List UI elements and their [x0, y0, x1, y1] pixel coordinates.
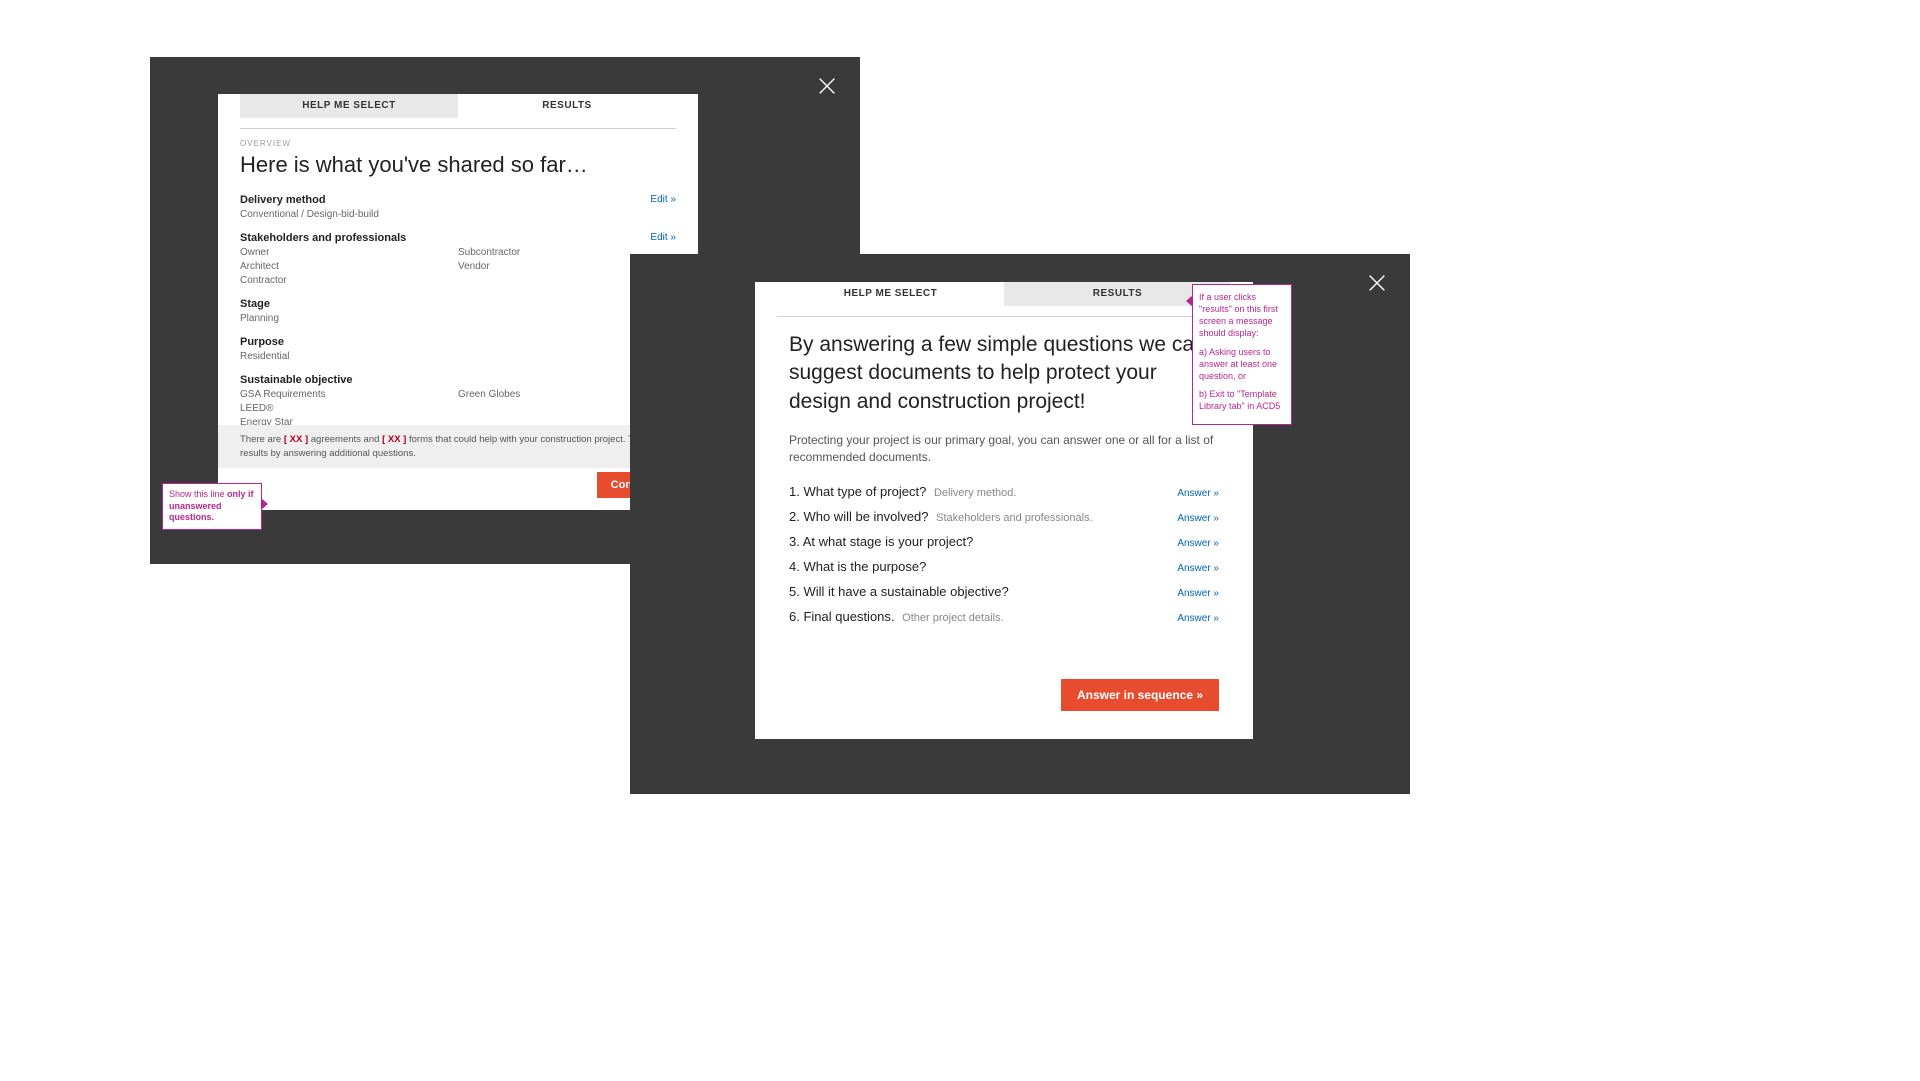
annotation-text: Show this line — [169, 489, 227, 499]
summary-text: forms — [406, 434, 432, 445]
question-row: 5. Will it have a sustainable objective?… — [789, 584, 1219, 599]
headline-2: By answering a few simple questions we c… — [789, 331, 1219, 416]
answer-sequence-button[interactable]: Answer in sequence » — [1061, 679, 1219, 711]
stakeholder-value: Architect — [240, 260, 458, 274]
overlay-modal-2: HELP ME SELECT RESULTS By answering a fe… — [630, 254, 1410, 794]
annotation-callout-right: If a user clicks "results" on this first… — [1192, 284, 1292, 425]
stakeholder-value: Contractor — [240, 274, 458, 288]
question-number: 5. — [789, 584, 800, 599]
question-hint: Other project details. — [902, 612, 1004, 624]
question-number: 3. — [789, 534, 800, 549]
question-text: Who will be involved? — [803, 509, 928, 524]
summary-text: There are — [240, 434, 284, 445]
summary-text: agreements — [308, 434, 361, 445]
section-title: Delivery method — [240, 194, 676, 206]
question-row: 3. At what stage is your project? Answer… — [789, 534, 1219, 549]
tabs-2: HELP ME SELECT RESULTS — [777, 282, 1231, 306]
question-text: Final questions. — [803, 609, 894, 624]
question-row: 4. What is the purpose? Answer » — [789, 559, 1219, 574]
answer-link[interactable]: Answer » — [1177, 538, 1219, 549]
section-sustainable: Sustainable objective GSA Requirements L… — [240, 374, 676, 430]
headline-1: Here is what you've shared so far… — [240, 152, 676, 178]
section-title: Stage — [240, 298, 676, 310]
results-summary-bar: There are [ XX ] agreements and [ XX ] f… — [218, 425, 698, 468]
sustainable-value: LEED® — [240, 402, 458, 416]
section-title: Purpose — [240, 336, 676, 348]
annotation-text: b) Exit to "Template Library tab" in ACD… — [1199, 388, 1285, 412]
annotation-text: a) Asking users to answer at least one q… — [1199, 346, 1285, 382]
tab-results[interactable]: RESULTS — [458, 94, 676, 118]
answer-link[interactable]: Answer » — [1177, 613, 1219, 624]
tab-help-me-select[interactable]: HELP ME SELECT — [240, 94, 458, 118]
question-text: What type of project? — [803, 484, 926, 499]
edit-link[interactable]: Edit » — [650, 232, 676, 243]
question-text: What is the purpose? — [803, 559, 926, 574]
dialog-panel-2: HELP ME SELECT RESULTS By answering a fe… — [755, 282, 1253, 739]
answer-link[interactable]: Answer » — [1177, 563, 1219, 574]
question-row: 2. Who will be involved? Stakeholders an… — [789, 509, 1219, 524]
question-number: 6. — [789, 609, 800, 624]
question-row: 1. What type of project? Delivery method… — [789, 484, 1219, 499]
answer-link[interactable]: Answer » — [1177, 488, 1219, 499]
close-icon[interactable] — [1366, 272, 1388, 294]
tab-help-me-select[interactable]: HELP ME SELECT — [777, 282, 1004, 306]
answer-link[interactable]: Answer » — [1177, 513, 1219, 524]
answer-link[interactable]: Answer » — [1177, 588, 1219, 599]
question-hint: Stakeholders and professionals. — [936, 512, 1093, 524]
section-value: Conventional / Design-bid-build — [240, 208, 676, 222]
section-delivery: Delivery method Conventional / Design-bi… — [240, 194, 676, 222]
section-title: Stakeholders and professionals — [240, 232, 676, 244]
tabs-1: HELP ME SELECT RESULTS — [240, 94, 676, 118]
count-agreements: [ XX ] — [284, 434, 308, 445]
annotation-callout-left: Show this line only if unanswered questi… — [162, 483, 262, 530]
summary-text: and — [361, 434, 382, 445]
question-number: 1. — [789, 484, 800, 499]
annotation-text: If a user clicks "results" on this first… — [1199, 291, 1285, 340]
close-icon[interactable] — [816, 75, 838, 97]
question-text: Will it have a sustainable objective? — [803, 584, 1008, 599]
question-number: 2. — [789, 509, 800, 524]
dialog-panel-1: HELP ME SELECT RESULTS OVERVIEW Here is … — [218, 94, 698, 510]
subtext: Protecting your project is our primary g… — [789, 432, 1219, 466]
question-text: At what stage is your project? — [803, 534, 974, 549]
question-row: 6. Final questions. Other project detail… — [789, 609, 1219, 624]
section-stage: Stage Planning Edit » — [240, 298, 676, 326]
section-value: Planning — [240, 312, 676, 326]
count-forms: [ XX ] — [382, 434, 406, 445]
overview-label: OVERVIEW — [240, 139, 676, 148]
section-value: Residential — [240, 350, 676, 364]
section-stakeholders: Stakeholders and professionals Owner Arc… — [240, 232, 676, 288]
question-number: 4. — [789, 559, 800, 574]
section-purpose: Purpose Residential Edit » — [240, 336, 676, 364]
edit-link[interactable]: Edit » — [650, 194, 676, 205]
section-title: Sustainable objective — [240, 374, 676, 386]
sustainable-value: GSA Requirements — [240, 388, 458, 402]
question-hint: Delivery method. — [934, 487, 1017, 499]
stakeholder-value: Owner — [240, 246, 458, 260]
